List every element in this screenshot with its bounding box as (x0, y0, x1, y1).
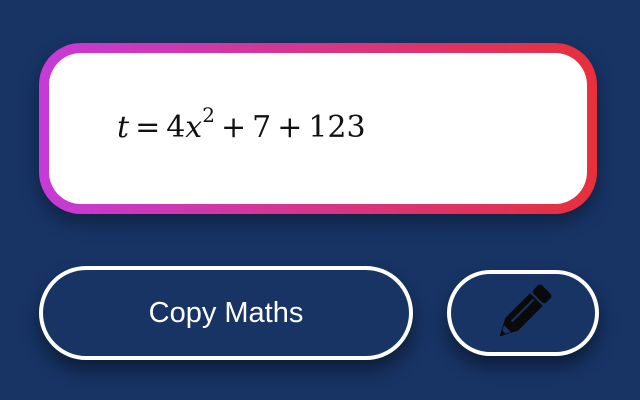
formula-base: x (185, 110, 203, 145)
edit-button[interactable] (447, 270, 599, 356)
math-display-frame: t = 4x2 +7 +123 (39, 43, 597, 214)
formula-lhs: t (117, 110, 130, 145)
formula-equals: = (135, 110, 161, 145)
copy-maths-button[interactable]: Copy Maths (39, 266, 413, 360)
formula-exponent: 2 (202, 103, 215, 127)
copy-maths-label: Copy Maths (148, 296, 304, 329)
formula-term-2: 7 (252, 110, 272, 145)
app-root: t = 4x2 +7 +123 Copy Maths (0, 0, 640, 400)
math-display: t = 4x2 +7 +123 (49, 53, 587, 204)
formula-plus-1: + (220, 110, 247, 145)
formula-plus-2: + (277, 110, 303, 145)
formula-term-3: 123 (308, 110, 366, 145)
pencil-icon (488, 280, 558, 346)
formula-coef: 4 (166, 110, 186, 145)
formula: t = 4x2 +7 +123 (117, 105, 366, 145)
